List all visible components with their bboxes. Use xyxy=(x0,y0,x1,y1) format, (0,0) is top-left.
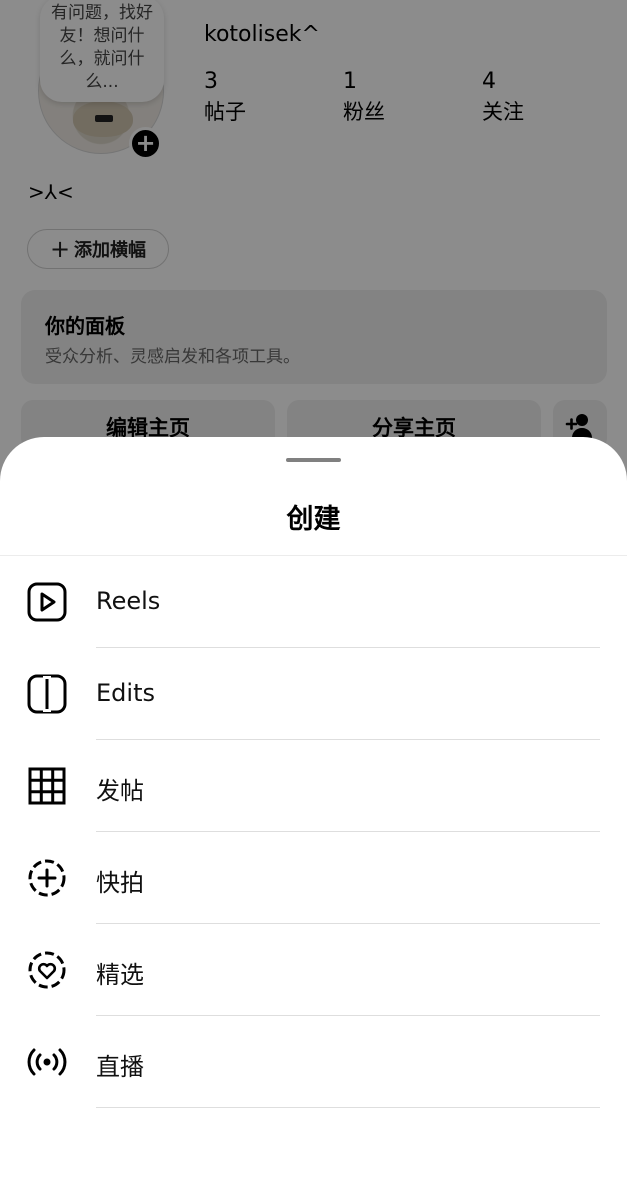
reels-icon xyxy=(27,582,67,622)
create-option-story[interactable]: 快拍 xyxy=(0,832,627,924)
create-sheet: 创建 Reels Edits 发帖 快拍 精选 直播 xyxy=(0,437,627,1200)
highlight-heart-icon xyxy=(28,951,66,989)
create-option-label: 精选 xyxy=(96,961,144,989)
create-option-live[interactable]: 直播 xyxy=(0,1016,627,1108)
create-option-highlight[interactable]: 精选 xyxy=(0,924,627,1016)
create-option-reels[interactable]: Reels xyxy=(0,556,627,648)
grid-post-icon xyxy=(28,767,66,805)
sheet-title: 创建 xyxy=(286,504,341,535)
live-icon xyxy=(27,1048,67,1076)
create-option-edits[interactable]: Edits xyxy=(0,648,627,740)
divider xyxy=(96,1107,600,1108)
edits-icon xyxy=(27,674,67,714)
create-option-label: 直播 xyxy=(96,1053,144,1081)
create-option-label: Reels xyxy=(96,587,161,615)
create-option-label: Edits xyxy=(96,679,155,707)
create-option-label: 快拍 xyxy=(96,869,144,897)
create-option-post[interactable]: 发帖 xyxy=(0,740,627,832)
story-add-icon xyxy=(28,859,66,897)
create-option-label: 发帖 xyxy=(96,777,144,805)
sheet-drag-handle[interactable] xyxy=(286,458,341,462)
